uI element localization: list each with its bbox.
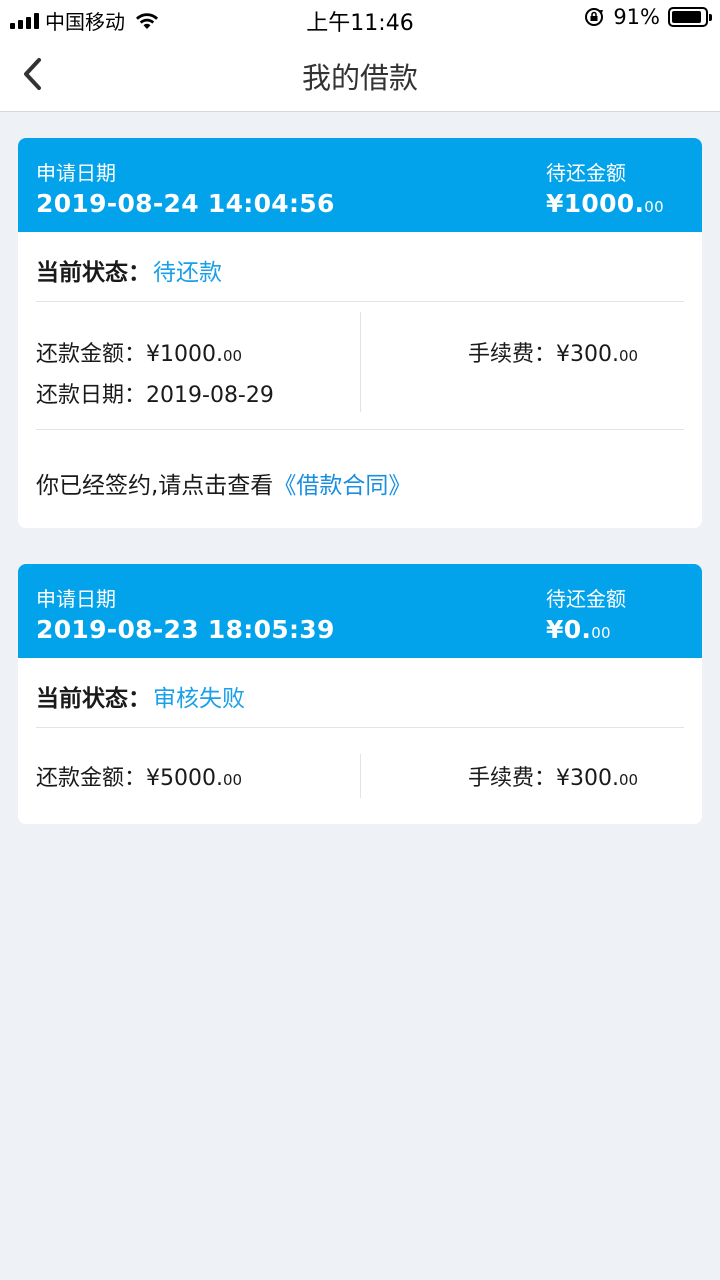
fee-main: ¥300. xyxy=(556,766,619,791)
repay-amount-decimal: 00 xyxy=(223,347,243,365)
fee-main: ¥300. xyxy=(556,342,619,367)
status-row: 当前状态： 待还款 xyxy=(36,232,684,302)
contract-prompt: 你已经签约,请点击查看 xyxy=(36,473,274,499)
fee-decimal: 00 xyxy=(619,771,639,789)
nav-bar: 我的借款 xyxy=(0,36,720,112)
status-right: 91% xyxy=(583,5,712,29)
page-title: 我的借款 xyxy=(301,61,418,95)
contract-text: 你已经签约,请点击查看《借款合同》 xyxy=(36,466,411,500)
pending-amount-main: ¥1000. xyxy=(546,189,645,218)
status-bar: 中国移动 上午11:46 91% xyxy=(0,0,720,36)
loan-card[interactable]: 申请日期 2019-08-23 18:05:39 待还金额 ¥0.00 当前状态… xyxy=(18,564,702,824)
column-divider xyxy=(360,754,361,798)
repay-amount: 还款金额：¥1000.00 xyxy=(36,336,242,368)
contract-link[interactable]: 《借款合同》 xyxy=(273,473,411,499)
fee-label: 手续费： xyxy=(468,766,557,791)
repay-date-label: 还款日期： xyxy=(36,383,147,408)
pending-amount-decimal: 00 xyxy=(591,624,611,642)
pending-amount-decimal: 00 xyxy=(644,198,664,216)
repay-amount-label: 还款金额： xyxy=(36,342,147,367)
fee-decimal: 00 xyxy=(619,347,639,365)
fee: 手续费：¥300.00 xyxy=(468,760,638,792)
apply-date-value: 2019-08-23 18:05:39 xyxy=(36,615,335,644)
loan-card-header: 申请日期 2019-08-24 14:04:56 待还金额 ¥1000.00 xyxy=(18,138,702,232)
status-row: 当前状态： 审核失败 xyxy=(36,658,684,728)
apply-date-label: 申请日期 xyxy=(36,161,116,185)
status-value: 审核失败 xyxy=(153,686,245,712)
loan-card[interactable]: 申请日期 2019-08-24 14:04:56 待还金额 ¥1000.00 当… xyxy=(18,138,702,528)
battery-icon xyxy=(668,7,712,27)
fee-label: 手续费： xyxy=(468,342,557,367)
repay-amount-decimal: 00 xyxy=(223,771,243,789)
battery-fill xyxy=(672,11,702,23)
fee: 手续费：¥300.00 xyxy=(468,336,638,368)
status-label: 当前状态： xyxy=(36,260,151,286)
repay-amount-label: 还款金额： xyxy=(36,766,147,791)
status-label: 当前状态： xyxy=(36,686,151,712)
pending-amount-value: ¥0.00 xyxy=(546,615,611,644)
loan-card-header: 申请日期 2019-08-23 18:05:39 待还金额 ¥0.00 xyxy=(18,564,702,658)
contract-row: 你已经签约,请点击查看《借款合同》 xyxy=(36,430,684,528)
repay-amount-main: ¥1000. xyxy=(146,342,223,367)
apply-date-value: 2019-08-24 14:04:56 xyxy=(36,189,335,218)
repay-amount: 还款金额：¥5000.00 xyxy=(36,760,242,792)
repay-amount-main: ¥5000. xyxy=(146,766,223,791)
apply-date-label: 申请日期 xyxy=(36,587,116,611)
pending-amount-value: ¥1000.00 xyxy=(546,189,664,218)
battery-percent: 91% xyxy=(613,5,660,29)
status-value: 待还款 xyxy=(153,260,222,286)
detail-row: 还款金额：¥5000.00 手续费：¥300.00 xyxy=(36,728,684,824)
pending-amount-label: 待还金额 xyxy=(546,161,626,185)
detail-row: 还款金额：¥1000.00 手续费：¥300.00 还款日期：2019-08-2… xyxy=(36,302,684,430)
repay-date: 还款日期：2019-08-29 xyxy=(36,377,274,409)
rotation-lock-icon xyxy=(585,8,604,26)
repay-date-value: 2019-08-29 xyxy=(146,383,274,408)
pending-amount-main: ¥0. xyxy=(546,615,592,644)
column-divider xyxy=(360,312,361,412)
pending-amount-label: 待还金额 xyxy=(546,587,626,611)
